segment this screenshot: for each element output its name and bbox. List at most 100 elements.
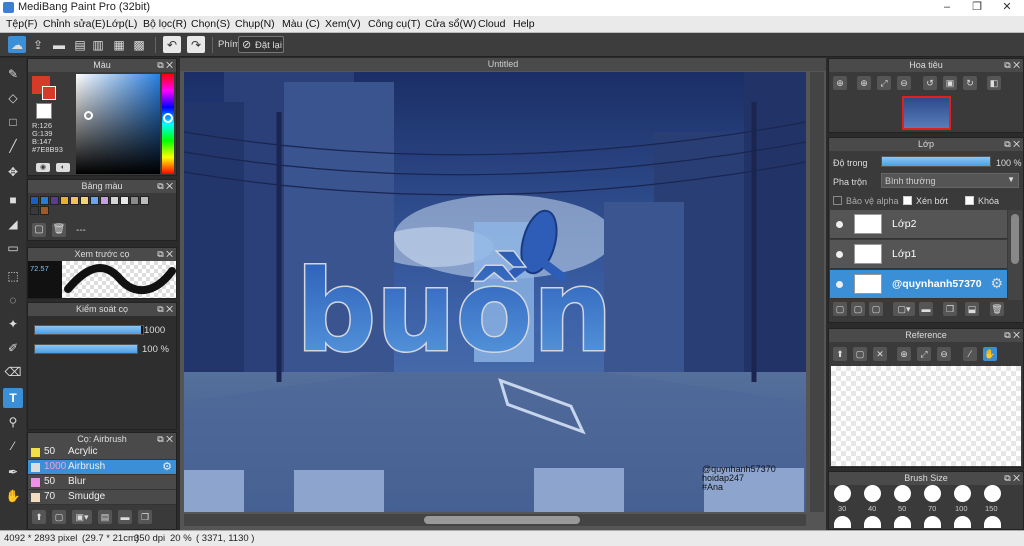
layer-settings-gear-icon[interactable]: ⚙ — [990, 275, 1003, 292]
lasso-tool-icon[interactable]: ◌ — [3, 290, 23, 310]
brush-size-dot[interactable] — [954, 485, 971, 502]
operation-tool-icon[interactable]: ⚲ — [3, 412, 23, 432]
cloud-icon[interactable]: ☁ — [8, 36, 26, 53]
blend-mode-select[interactable]: Bình thường ▼ — [881, 173, 1019, 188]
eraser-tool-icon[interactable]: ◇ — [3, 88, 23, 108]
new-brush-icon[interactable]: ▢ — [52, 510, 66, 524]
menu-select[interactable]: Chọn(S) — [191, 18, 230, 30]
document-tab[interactable]: Untitled — [180, 58, 826, 71]
close-window-button[interactable]: ✕ — [992, 0, 1022, 15]
bucket-tool-icon[interactable]: ◢ — [3, 214, 23, 234]
menu-edit[interactable]: Chỉnh sửa(E) — [43, 18, 105, 30]
brush-size-dot[interactable] — [864, 485, 881, 502]
select-eraser-icon[interactable]: ⌫ — [3, 362, 23, 382]
panel-close-icon[interactable]: ⧉ ✕ — [157, 248, 173, 261]
reference-zoom-in-icon[interactable]: ⊕ — [897, 347, 911, 361]
brush-copy-icon[interactable]: ▤ — [98, 510, 112, 524]
menu-file[interactable]: Tệp(F) — [6, 18, 38, 30]
magic-wand-icon[interactable]: ✦ — [3, 314, 23, 334]
dropper-tool-icon[interactable]: ⁄ — [3, 436, 23, 456]
brush-item-acrylic[interactable]: 50 Acrylic — [28, 445, 176, 460]
new-layer-icon[interactable]: ▢ — [833, 302, 847, 316]
artwork-canvas[interactable]: buồn @quynhanh57370 hoidap247 #Ana — [184, 72, 806, 512]
move-tool-icon[interactable]: ✥ — [3, 162, 23, 182]
flip-icon[interactable]: ◧ — [987, 76, 1001, 90]
layer-folder-icon[interactable]: ▬ — [919, 302, 933, 316]
palette-swatch[interactable] — [40, 206, 49, 215]
grid-page-icon[interactable]: ▦ — [110, 36, 128, 53]
brush-menu-icon[interactable]: ▣▾ — [72, 510, 92, 524]
layer-scrollbar[interactable] — [1008, 210, 1022, 300]
palette-swatch[interactable] — [40, 196, 49, 205]
brush-size-dot[interactable] — [894, 516, 911, 528]
visibility-eye-icon[interactable] — [836, 221, 843, 228]
palette-swatch[interactable] — [50, 196, 59, 205]
vertical-scrollbar[interactable] — [810, 72, 824, 512]
share-icon[interactable]: ⇪ — [29, 36, 47, 53]
protect-alpha-checkbox[interactable] — [833, 196, 842, 205]
zoom-out-icon[interactable]: ⊖ — [897, 76, 911, 90]
brush-size-dot[interactable] — [954, 516, 971, 528]
brush-size-dot[interactable] — [834, 485, 851, 502]
reference-file-icon[interactable]: ▢ — [853, 347, 867, 361]
color-picker-handle[interactable] — [84, 111, 93, 120]
reference-dropper-icon[interactable]: ⁄ — [963, 347, 977, 361]
reference-view[interactable] — [831, 366, 1021, 466]
rotate-left-icon[interactable]: ↺ — [923, 76, 937, 90]
menu-window[interactable]: Cửa sổ(W) — [425, 18, 476, 30]
brush-size-slider[interactable] — [34, 325, 144, 335]
clipping-checkbox[interactable] — [903, 196, 912, 205]
menu-layer[interactable]: Lớp(L) — [106, 18, 137, 30]
brush-size-dot[interactable] — [894, 485, 911, 502]
fill-rect-tool-icon[interactable]: ■ — [3, 190, 23, 210]
brush-opacity-slider[interactable] — [34, 344, 138, 354]
reset-view-icon[interactable]: ▣ — [943, 76, 957, 90]
panel-close-icon[interactable]: ⧉ ✕ — [1004, 138, 1020, 151]
hue-handle[interactable] — [163, 113, 173, 123]
pen-tool-icon[interactable]: ✒ — [3, 462, 23, 482]
palette-swatch[interactable] — [60, 196, 69, 205]
document-icon[interactable]: ▤ — [71, 36, 89, 53]
undo-button[interactable]: ↶ — [163, 36, 181, 53]
navigator-thumbnail[interactable] — [902, 96, 951, 130]
palette-swatch[interactable] — [80, 196, 89, 205]
line-tool-icon[interactable]: ╱ — [3, 136, 23, 156]
brush-item-smudge[interactable]: 70 Smudge — [28, 490, 176, 505]
palette-swatch[interactable] — [120, 196, 129, 205]
menu-filter[interactable]: Bộ lọc(R) — [143, 18, 187, 30]
comment-icon[interactable]: ▬ — [50, 36, 68, 53]
delete-palette-icon[interactable]: 🗑 — [52, 223, 66, 237]
panel-close-icon[interactable]: ⧉ ✕ — [157, 303, 173, 316]
menu-tools[interactable]: Công cụ(T) — [368, 18, 421, 30]
panel-close-icon[interactable]: ⧉ ✕ — [1004, 472, 1020, 485]
reference-zoom-out-icon[interactable]: ⊖ — [937, 347, 951, 361]
menu-help[interactable]: Help — [513, 18, 535, 30]
reset-button[interactable]: ⊘ Đặt lại — [238, 36, 284, 53]
foreground-color-chip[interactable] — [42, 86, 56, 100]
new-palette-icon[interactable]: ▢ — [32, 223, 46, 237]
brush-size-dot[interactable] — [984, 516, 1001, 528]
brush-settings-gear-icon[interactable]: ⚙ — [162, 460, 172, 473]
panel-close-icon[interactable]: ⧉ ✕ — [157, 59, 173, 72]
open-reference-icon[interactable]: ⬆ — [833, 347, 847, 361]
palette-swatch[interactable] — [110, 196, 119, 205]
zoom-fit-icon[interactable]: ⊕ — [833, 76, 847, 90]
redo-button[interactable]: ↷ — [187, 36, 205, 53]
brush-folder-icon[interactable]: ▬ — [118, 510, 132, 524]
hand-tool-icon[interactable]: ✋ — [3, 486, 23, 506]
reference-hand-icon[interactable]: ✋ — [983, 347, 997, 361]
select-pen-icon[interactable]: ✐ — [3, 338, 23, 358]
brush-item-airbrush[interactable]: 1000 Airbrush ⚙ — [28, 460, 176, 475]
background-color-swatch[interactable] — [36, 103, 52, 119]
select-tool-icon[interactable]: ⬚ — [3, 266, 23, 286]
menu-cloud[interactable]: Cloud — [478, 18, 505, 30]
brush-tool-icon[interactable]: ✎ — [3, 64, 23, 84]
duplicate-layer-icon[interactable]: ❐ — [943, 302, 957, 316]
brush-size-dot[interactable] — [864, 516, 881, 528]
palette-swatch[interactable] — [30, 206, 39, 215]
saturation-value-picker[interactable] — [76, 74, 160, 174]
brush-size-dot[interactable] — [924, 485, 941, 502]
add-brush-icon[interactable]: ⬆ — [32, 510, 46, 524]
merge-layer-icon[interactable]: ⬓ — [965, 302, 979, 316]
delete-layer-icon[interactable]: 🗑 — [990, 302, 1004, 316]
